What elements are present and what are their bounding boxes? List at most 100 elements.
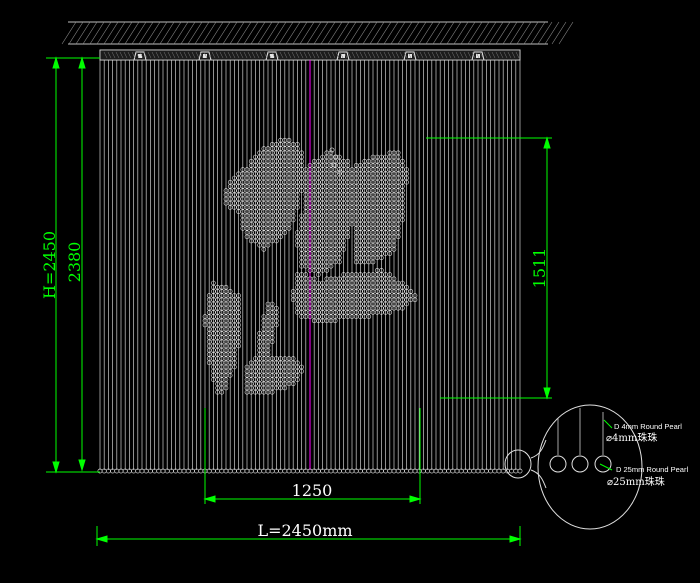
hatch-line (362, 21, 378, 45)
hatch-line (180, 21, 196, 45)
hatch-line (495, 21, 511, 45)
hatch-line (467, 21, 483, 45)
hatch-line (285, 21, 301, 45)
inner-height-label: 2380 (65, 242, 84, 283)
hatch-line (250, 21, 266, 45)
ceiling-hatch (61, 21, 574, 45)
detail-strands (557, 408, 604, 455)
hatch-line (68, 21, 84, 45)
arrow-down-icon (52, 461, 60, 474)
hatch-line (117, 21, 133, 45)
hatch-line (320, 21, 336, 45)
hatch-line (271, 21, 287, 45)
detail-callout: D 4mm Round Pearl ⌀4mm珠珠 D 25mm Round Pe… (504, 404, 688, 530)
arrow-down-icon (543, 387, 551, 400)
hanger-icon (341, 54, 345, 58)
large-pearl-label-cn: ⌀25mm珠珠 (607, 475, 665, 488)
curtain-track (99, 49, 521, 61)
drawing-canvas: H=2450 2380 1511 1250 L=2450mm D 4mm Rou… (40, 21, 688, 546)
arrow-up-icon (52, 56, 60, 69)
arrow-down-icon (78, 459, 86, 472)
hatch-line (355, 21, 371, 45)
hatch-line (208, 21, 224, 45)
hatch-line (369, 21, 385, 45)
hatch-line (75, 21, 91, 45)
hatch-line (341, 21, 357, 45)
hatch-line (236, 21, 252, 45)
arrow-left-icon (203, 495, 216, 503)
hatch-line (145, 21, 161, 45)
arrow-right-icon (409, 495, 422, 503)
hatch-line (327, 21, 343, 45)
hatch-line (194, 21, 210, 45)
hatch-line (173, 21, 189, 45)
hatch-line (264, 21, 280, 45)
hatch-line (523, 21, 539, 45)
hatch-line (306, 21, 322, 45)
hatch-line (474, 21, 490, 45)
small-pearl-leader (603, 419, 613, 429)
hatch-line (222, 21, 238, 45)
hatch-line (124, 21, 140, 45)
hatch-line (82, 21, 98, 45)
hatch-line (229, 21, 245, 45)
hatch-line (558, 21, 574, 45)
hatch-line (103, 21, 119, 45)
arrow-up-icon (543, 136, 551, 149)
hatch-line (551, 21, 567, 45)
hatch-line (453, 21, 469, 45)
total-length-label: L=2450mm (257, 521, 352, 540)
hatch-line (383, 21, 399, 45)
hatch-line (488, 21, 504, 45)
hatch-line (537, 21, 553, 45)
cad-drawing: H=2450 2380 1511 1250 L=2450mm D 4mm Rou… (0, 0, 700, 578)
hatch-line (138, 21, 154, 45)
hatch-line (299, 21, 315, 45)
hatch-line (530, 21, 546, 45)
hatch-line (502, 21, 518, 45)
arrow-right-icon (509, 535, 522, 543)
hatch-line (110, 21, 126, 45)
hatch-line (313, 21, 329, 45)
hatch-line (390, 21, 406, 45)
hatch-line (334, 21, 350, 45)
hatch-line (292, 21, 308, 45)
hatch-line (131, 21, 147, 45)
motif-bead (329, 147, 335, 153)
motif-width-label: 1250 (292, 481, 333, 500)
hatch-line (439, 21, 455, 45)
hatch-line (397, 21, 413, 45)
arrow-left-icon (95, 535, 108, 543)
hatch-line (481, 21, 497, 45)
large-pearl-label-en: D 25mm Round Pearl (616, 465, 688, 474)
hatch-line (166, 21, 182, 45)
hatch-line (152, 21, 168, 45)
hatch-line (96, 21, 112, 45)
total-height-label: H=2450 (40, 231, 59, 299)
hatch-line (432, 21, 448, 45)
hatch-line (460, 21, 476, 45)
hatch-line (201, 21, 217, 45)
small-pearl-label-en: D 4mm Round Pearl (614, 422, 682, 431)
arrow-up-icon (78, 56, 86, 69)
hatch-line (411, 21, 427, 45)
hatch-line (243, 21, 259, 45)
motif-height-label: 1511 (530, 248, 549, 289)
hatch-line (257, 21, 273, 45)
hatch-line (348, 21, 364, 45)
ceiling (61, 21, 574, 45)
hatch-line (418, 21, 434, 45)
hatch-line (404, 21, 420, 45)
hatch-line (215, 21, 231, 45)
hatch-line (159, 21, 175, 45)
hatch-line (187, 21, 203, 45)
hatch-line (446, 21, 462, 45)
hatch-line (278, 21, 294, 45)
large-pearls (549, 455, 612, 473)
hatch-line (516, 21, 532, 45)
hatch-line (509, 21, 525, 45)
hatch-line (544, 21, 560, 45)
callout-source-circle (504, 449, 532, 479)
hatch-line (376, 21, 392, 45)
small-pearl-label-cn: ⌀4mm珠珠 (606, 431, 657, 444)
